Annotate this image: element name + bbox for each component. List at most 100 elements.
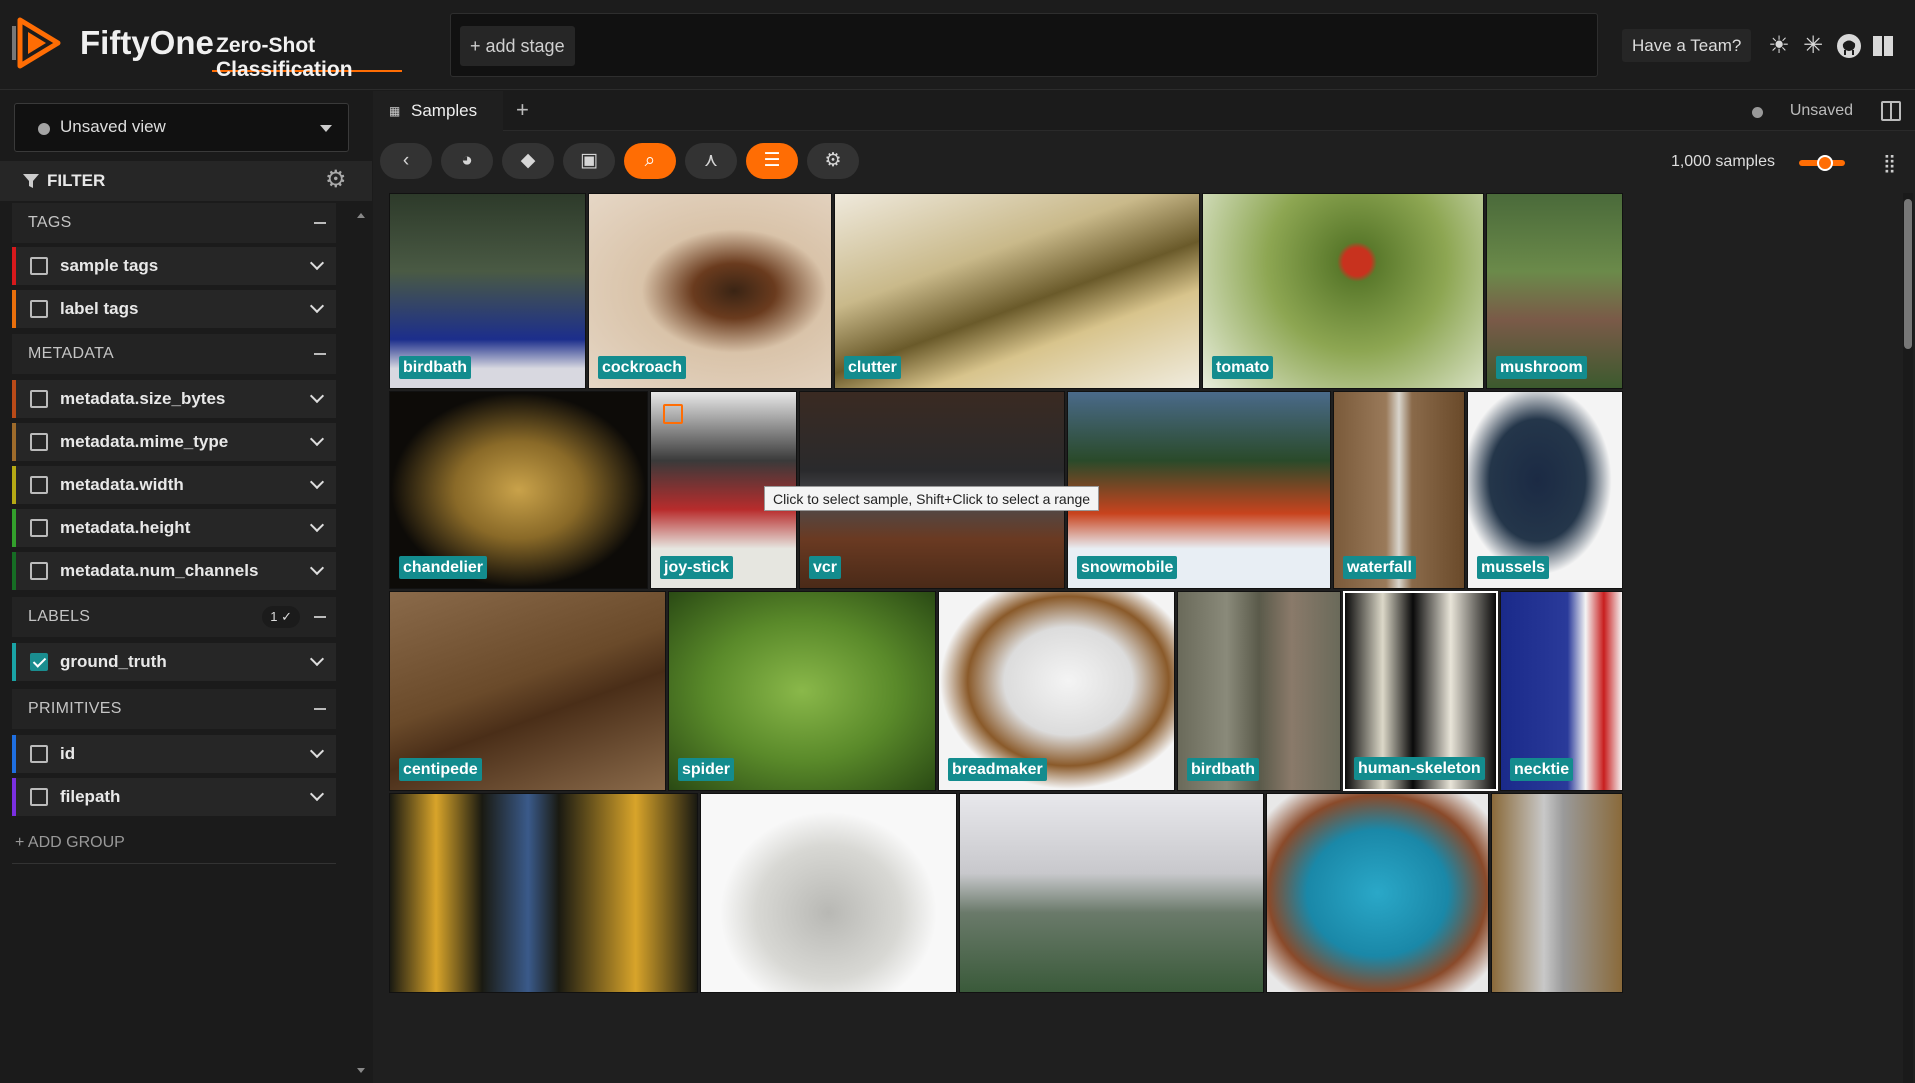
- sample-tile[interactable]: necktie: [1500, 591, 1623, 791]
- sun-icon[interactable]: ☀: [1764, 31, 1794, 61]
- field-checkbox[interactable]: [30, 562, 48, 580]
- select-checkbox[interactable]: [663, 404, 683, 424]
- patches-icon[interactable]: ▣: [563, 143, 615, 179]
- field-ground-truth[interactable]: ground_truth: [12, 643, 336, 681]
- palette-icon[interactable]: ◕: [441, 143, 493, 179]
- sample-tile[interactable]: [1266, 793, 1489, 993]
- sidebar-scrollbar[interactable]: [357, 203, 365, 1083]
- sample-tile[interactable]: centipede: [389, 591, 666, 791]
- sample-tile[interactable]: cockroach: [588, 193, 832, 389]
- collapse-icon[interactable]: [314, 708, 326, 710]
- zoom-slider[interactable]: [1799, 155, 1845, 171]
- field-metadata-num-channels[interactable]: metadata.num_channels: [12, 552, 336, 590]
- field-filepath[interactable]: filepath: [12, 778, 336, 816]
- sample-tile[interactable]: mushroom: [1486, 193, 1623, 389]
- group-labels[interactable]: LABELS 1 ✓: [12, 597, 336, 637]
- group-metadata[interactable]: METADATA: [12, 334, 336, 374]
- field-label: id: [60, 744, 76, 763]
- chevron-down-icon[interactable]: [309, 651, 325, 667]
- slack-icon[interactable]: ✳: [1798, 31, 1828, 61]
- field-metadata-width[interactable]: metadata.width: [12, 466, 336, 504]
- add-stage-button[interactable]: + add stage: [460, 26, 575, 66]
- view-stage-bar[interactable]: + add stage: [450, 13, 1598, 77]
- chevron-down-icon[interactable]: [309, 255, 325, 271]
- field-checkbox[interactable]: [30, 390, 48, 408]
- sample-tile[interactable]: mussels: [1467, 391, 1623, 589]
- field-id[interactable]: id: [12, 735, 336, 773]
- github-icon[interactable]: [1834, 31, 1864, 61]
- sample-tile[interactable]: birdbath: [389, 193, 586, 389]
- group-title: METADATA: [28, 345, 114, 362]
- sample-tile[interactable]: [389, 793, 698, 993]
- sample-tile[interactable]: breadmaker: [938, 591, 1175, 791]
- sample-label: mushroom: [1496, 356, 1587, 379]
- field-label: metadata.width: [60, 475, 184, 494]
- collapse-icon[interactable]: [314, 222, 326, 224]
- chevron-down-icon[interactable]: [309, 743, 325, 759]
- sample-label: tomato: [1212, 356, 1274, 379]
- sample-tile[interactable]: [1491, 793, 1623, 993]
- collapse-icon[interactable]: [314, 353, 326, 355]
- unsaved-dot: [1752, 107, 1763, 118]
- field-checkbox[interactable]: [30, 653, 48, 671]
- sample-tile[interactable]: waterfall: [1333, 391, 1465, 589]
- back-button[interactable]: ‹: [380, 143, 432, 179]
- filter-icon: [22, 172, 40, 190]
- tab-samples[interactable]: ▦ Samples: [373, 91, 503, 131]
- grid-icon: ▦: [389, 104, 401, 118]
- slider-handle[interactable]: [1817, 155, 1833, 171]
- field-sample-tags[interactable]: sample tags: [12, 247, 336, 285]
- layout-icon[interactable]: [1881, 101, 1901, 121]
- scroll-down-icon[interactable]: [357, 1068, 365, 1073]
- field-checkbox[interactable]: [30, 300, 48, 318]
- field-metadata-size-bytes[interactable]: metadata.size_bytes: [12, 380, 336, 418]
- chevron-down-icon[interactable]: [309, 517, 325, 533]
- add-tab-button[interactable]: +: [516, 97, 529, 123]
- list-icon[interactable]: ☰: [746, 143, 798, 179]
- dataset-name[interactable]: Zero-Shot Classification: [212, 28, 402, 81]
- sample-tile[interactable]: [700, 793, 957, 993]
- settings-icon[interactable]: ⚙: [807, 143, 859, 179]
- have-a-team-button[interactable]: Have a Team?: [1622, 29, 1752, 62]
- chevron-down-icon[interactable]: [309, 298, 325, 314]
- field-checkbox[interactable]: [30, 745, 48, 763]
- sample-tile[interactable]: [959, 793, 1264, 993]
- sample-tile[interactable]: tomato: [1202, 193, 1484, 389]
- field-metadata-height[interactable]: metadata.height: [12, 509, 336, 547]
- merge-icon[interactable]: ⋏: [685, 143, 737, 179]
- sample-tile[interactable]: human-skeleton: [1343, 591, 1498, 791]
- chevron-down-icon[interactable]: [309, 431, 325, 447]
- sample-tile[interactable]: spider: [668, 591, 936, 791]
- field-label-tags[interactable]: label tags: [12, 290, 336, 328]
- field-checkbox[interactable]: [30, 257, 48, 275]
- add-group-button[interactable]: + ADD GROUP: [15, 834, 125, 852]
- view-selector[interactable]: Unsaved view: [14, 103, 349, 152]
- field-checkbox[interactable]: [30, 519, 48, 537]
- chevron-down-icon[interactable]: [309, 388, 325, 404]
- chevron-down-icon[interactable]: [309, 560, 325, 576]
- sample-tile[interactable]: chandelier: [389, 391, 648, 589]
- search-icon[interactable]: ⌕: [624, 143, 676, 179]
- field-checkbox[interactable]: [30, 788, 48, 806]
- field-checkbox[interactable]: [30, 433, 48, 451]
- sample-tile[interactable]: snowmobile: [1067, 391, 1331, 589]
- docs-icon[interactable]: [1868, 31, 1898, 61]
- collapse-icon[interactable]: [314, 616, 326, 618]
- gear-icon[interactable]: ⚙: [325, 167, 351, 193]
- scrollbar-thumb[interactable]: [1904, 199, 1912, 349]
- field-metadata-mime-type[interactable]: metadata.mime_type: [12, 423, 336, 461]
- field-checkbox[interactable]: [30, 476, 48, 494]
- field-label: metadata.num_channels: [60, 561, 259, 580]
- field-label: filepath: [60, 787, 121, 806]
- chevron-down-icon[interactable]: [309, 474, 325, 490]
- chevron-down-icon[interactable]: [309, 786, 325, 802]
- grid-view-icon[interactable]: ⣿: [1883, 153, 1903, 173]
- group-primitives[interactable]: PRIMITIVES: [12, 689, 336, 729]
- sample-tile[interactable]: clutter: [834, 193, 1200, 389]
- group-tags[interactable]: TAGS: [12, 203, 336, 243]
- sample-tile[interactable]: birdbath: [1177, 591, 1341, 791]
- tag-icon[interactable]: ◆: [502, 143, 554, 179]
- scroll-up-icon[interactable]: [357, 213, 365, 218]
- gallery-scrollbar[interactable]: [1903, 193, 1913, 1083]
- unsaved-label: Unsaved: [1789, 102, 1853, 119]
